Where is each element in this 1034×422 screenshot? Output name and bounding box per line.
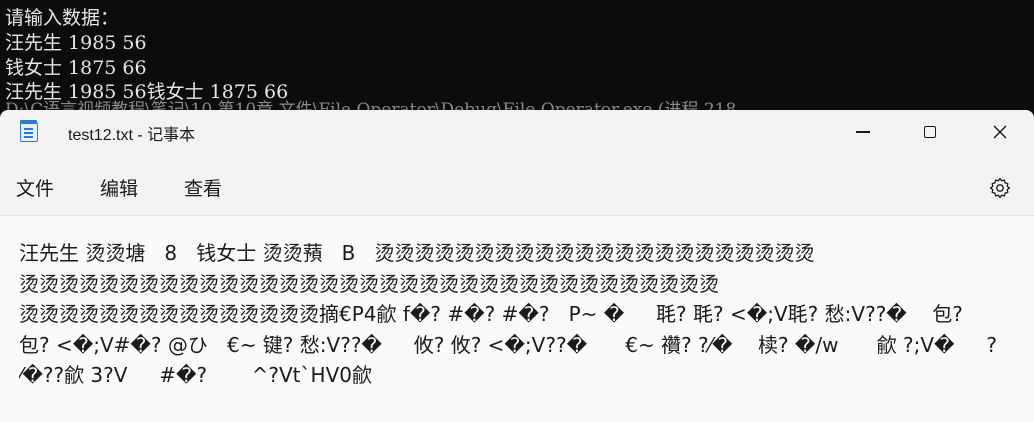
minimize-button[interactable] [840, 110, 886, 154]
editor-line: 汪先生 烫烫塘 8 钱女士 烫烫蕷 B 烫烫烫烫烫烫烫烫烫烫烫烫烫烫烫烫烫烫烫烫… [19, 241, 815, 265]
notepad-icon [20, 120, 38, 142]
menu-edit[interactable]: 编辑 [100, 174, 138, 201]
console-line: 汪先生 1985 56 [5, 32, 147, 54]
editor-line: 烫烫烫烫烫烫烫烫烫烫烫烫烫烫烫摘€P4歈 f�? #�? #�? P~ � 毦?… [19, 302, 963, 326]
gear-icon [989, 177, 1011, 199]
minimize-icon [856, 131, 870, 133]
title-bar[interactable]: test12.txt - 记事本 [0, 110, 1034, 154]
editor-line: 包? <�;V#�? @ひ €~ 键? 愁:V??� 攸? 攸? <�;V??�… [19, 332, 997, 357]
editor-line: 烫烫烫烫烫烫烫烫烫烫烫烫烫烫烫烫烫烫烫烫烫烫烫烫烫烫烫烫烫烫烫烫烫烫烫 [19, 271, 719, 296]
settings-button[interactable] [986, 174, 1014, 202]
menu-view[interactable]: 查看 [184, 174, 222, 201]
console-line: 请输入数据： [5, 7, 120, 29]
close-icon [993, 125, 1007, 139]
maximize-icon [924, 126, 936, 138]
text-editor[interactable]: 汪先生 烫烫塘 8 钱女士 烫烫蕷 B 烫烫烫烫烫烫烫烫烫烫烫烫烫烫烫烫烫烫烫烫… [0, 215, 1034, 422]
close-button[interactable] [977, 110, 1023, 154]
window-title: test12.txt - 记事本 [68, 127, 196, 144]
editor-line: ⁄�??歈 3?V #�? ^?Vt`HV0歈 [19, 363, 372, 387]
console-line: 钱女士 1875 66 [5, 57, 147, 79]
menu-file[interactable]: 文件 [16, 174, 54, 201]
menu-bar: 文件 编辑 查看 [0, 164, 1034, 210]
editor-content[interactable]: 汪先生 烫烫塘 8 钱女士 烫烫蕷 B 烫烫烫烫烫烫烫烫烫烫烫烫烫烫烫烫烫烫烫烫… [19, 238, 1034, 418]
notepad-window: test12.txt - 记事本 文件 编辑 查看 汪先生 烫烫塘 8 钱女士 … [0, 110, 1034, 422]
maximize-button[interactable] [907, 110, 953, 154]
